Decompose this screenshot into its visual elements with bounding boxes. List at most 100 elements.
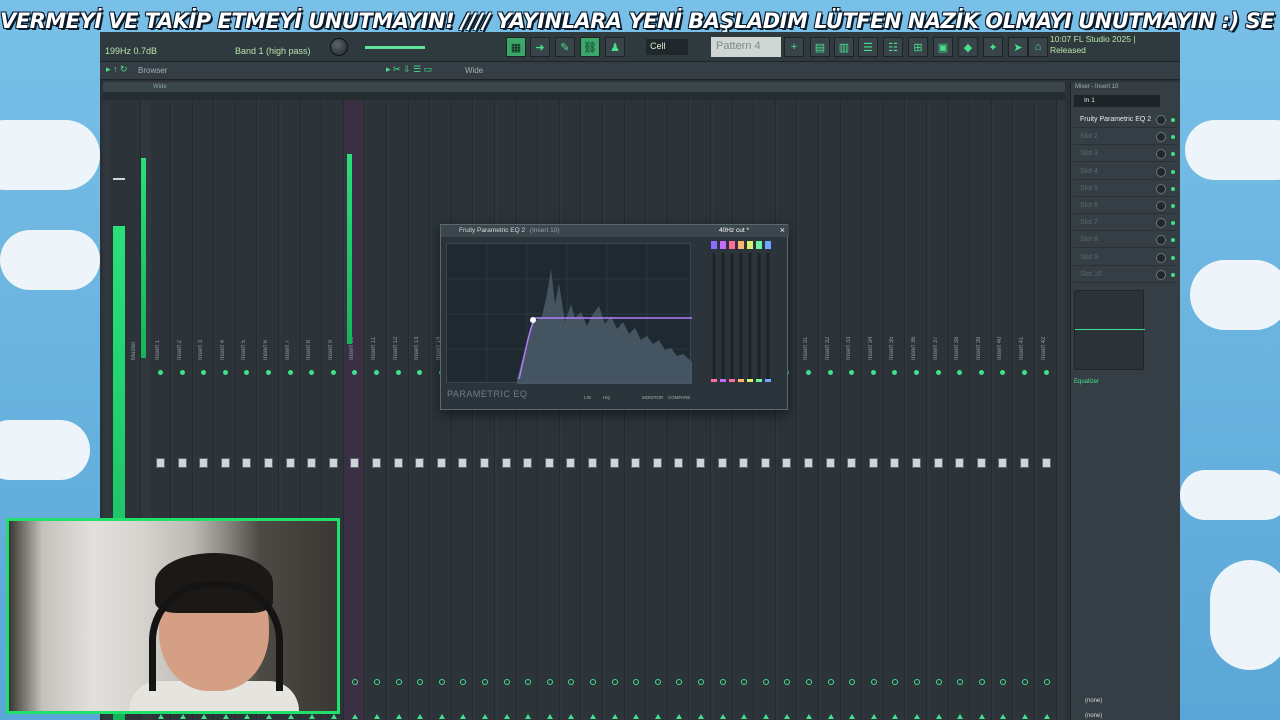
strip-send-icon[interactable] bbox=[546, 714, 553, 719]
mixer-strip[interactable]: Insert 16 bbox=[475, 100, 495, 720]
strip-route-icon[interactable] bbox=[978, 679, 985, 685]
slot-mix-knob[interactable] bbox=[1156, 252, 1166, 263]
mixer-strip[interactable]: Insert 38 bbox=[950, 100, 971, 720]
strip-led[interactable] bbox=[309, 370, 315, 375]
strip-fader[interactable] bbox=[415, 458, 425, 468]
strip-led[interactable] bbox=[287, 370, 293, 375]
strip-route-icon[interactable] bbox=[590, 679, 596, 685]
slot-enable-icon[interactable] bbox=[1171, 169, 1175, 174]
effect-slot[interactable]: Slot 9 bbox=[1074, 250, 1178, 266]
strip-route-icon[interactable] bbox=[482, 679, 488, 685]
eq-titlebar[interactable]: Fruity Parametric EQ 2 (Insert 10) 40Hz … bbox=[441, 225, 789, 237]
add-pattern-icon[interactable]: + bbox=[784, 37, 804, 57]
strip-send-icon[interactable] bbox=[1043, 714, 1050, 719]
strip-send-icon[interactable] bbox=[460, 714, 467, 719]
output-select[interactable]: (none) bbox=[1085, 698, 1102, 704]
browser-icon[interactable]: ⊞ bbox=[908, 37, 928, 57]
strip-route-icon[interactable] bbox=[676, 679, 683, 685]
strip-send-icon[interactable] bbox=[633, 714, 640, 719]
strip-send-icon[interactable] bbox=[870, 714, 877, 719]
mixer-strip[interactable]: Insert 23 bbox=[626, 100, 647, 720]
mixer-strip[interactable]: Insert 25 bbox=[669, 100, 690, 720]
strip-route-icon[interactable] bbox=[503, 679, 510, 685]
tool-icon[interactable]: ✦ bbox=[983, 37, 1003, 57]
slot-enable-icon[interactable] bbox=[1171, 135, 1175, 140]
strip-fader[interactable] bbox=[976, 458, 986, 468]
effect-slot[interactable]: Slot 3 bbox=[1074, 146, 1178, 163]
strip-led[interactable] bbox=[935, 370, 941, 375]
strip-fader[interactable] bbox=[458, 458, 468, 468]
strip-led[interactable] bbox=[870, 370, 876, 375]
strip-send-icon[interactable] bbox=[892, 714, 899, 719]
strip-send-icon[interactable] bbox=[957, 714, 964, 719]
effect-slot[interactable]: Slot 5 bbox=[1074, 181, 1178, 197]
strip-route-icon[interactable] bbox=[525, 679, 532, 685]
slot-enable-icon[interactable] bbox=[1171, 118, 1175, 122]
strip-fader[interactable] bbox=[328, 458, 338, 468]
strip-send-icon[interactable] bbox=[266, 714, 272, 719]
mixer-strip[interactable]: Insert 31 bbox=[799, 100, 819, 720]
strip-fader[interactable] bbox=[242, 458, 252, 468]
slot-mix-knob[interactable] bbox=[1156, 218, 1166, 229]
strip-fader[interactable] bbox=[523, 458, 533, 468]
strip-led[interactable] bbox=[179, 370, 185, 375]
strip-led[interactable] bbox=[352, 370, 358, 375]
eq-monitor-button[interactable]: MONITOR bbox=[642, 395, 663, 400]
strip-fader[interactable] bbox=[264, 458, 273, 468]
strip-led[interactable] bbox=[222, 370, 228, 375]
slot-mix-knob[interactable] bbox=[1156, 183, 1166, 194]
mixer-strip[interactable]: Insert 40 bbox=[993, 100, 1014, 720]
piano-roll-icon[interactable]: ▥ bbox=[834, 37, 854, 57]
strip-led[interactable] bbox=[395, 370, 401, 375]
strip-route-icon[interactable] bbox=[914, 679, 920, 685]
effect-slot[interactable]: Slot 8 bbox=[1074, 232, 1178, 249]
parametric-eq-window[interactable]: Fruity Parametric EQ 2 (Insert 10) 40Hz … bbox=[440, 224, 789, 410]
input-select[interactable]: In 1 bbox=[1074, 95, 1160, 107]
strip-route-icon[interactable] bbox=[741, 679, 748, 685]
slot-mix-knob[interactable] bbox=[1156, 115, 1166, 125]
strip-send-icon[interactable] bbox=[611, 714, 618, 719]
mixer-strip[interactable]: Insert 27 bbox=[712, 100, 733, 720]
strip-route-icon[interactable] bbox=[784, 679, 791, 685]
strip-fader[interactable] bbox=[480, 458, 489, 468]
strip-fader[interactable] bbox=[350, 458, 360, 468]
strip-led[interactable] bbox=[892, 370, 898, 375]
strip-led[interactable] bbox=[914, 370, 919, 375]
strip-route-icon[interactable] bbox=[1022, 679, 1028, 685]
eq-band-faders[interactable] bbox=[709, 241, 783, 391]
strip-send-icon[interactable] bbox=[1000, 714, 1007, 719]
strip-route-icon[interactable] bbox=[460, 679, 467, 685]
strip-send-icon[interactable] bbox=[201, 714, 208, 719]
effect-slot[interactable]: Fruity Parametric EQ 2 bbox=[1074, 112, 1178, 128]
snap-select[interactable]: Cell bbox=[646, 39, 688, 55]
strip-send-icon[interactable] bbox=[784, 714, 791, 719]
strip-led[interactable] bbox=[266, 370, 271, 375]
slot-enable-icon[interactable] bbox=[1171, 152, 1175, 157]
strip-fader[interactable] bbox=[372, 458, 381, 468]
mixer-strip[interactable]: Insert 21 bbox=[583, 100, 603, 720]
strip-send-icon[interactable] bbox=[698, 714, 704, 719]
effect-slot[interactable]: Slot 4 bbox=[1074, 164, 1178, 180]
draw-tool-icon[interactable]: ✎ bbox=[555, 37, 575, 57]
eq-preset[interactable]: 40Hz cut * bbox=[719, 227, 749, 234]
eq-hq-button[interactable]: HQ bbox=[603, 395, 610, 400]
strip-route-icon[interactable] bbox=[352, 679, 359, 685]
strip-route-icon[interactable] bbox=[806, 679, 812, 685]
strip-fader[interactable] bbox=[588, 458, 597, 468]
strip-send-icon[interactable] bbox=[309, 714, 316, 719]
slot-mix-knob[interactable] bbox=[1156, 201, 1166, 211]
strip-route-icon[interactable] bbox=[654, 679, 661, 685]
strip-fader[interactable] bbox=[285, 458, 295, 468]
strip-send-icon[interactable] bbox=[676, 714, 683, 719]
strip-route-icon[interactable] bbox=[892, 679, 899, 685]
pattern-selector[interactable]: Pattern 4 bbox=[711, 37, 781, 57]
mixer-strip[interactable]: Insert 12 bbox=[388, 100, 409, 720]
slot-mix-knob[interactable] bbox=[1156, 166, 1166, 177]
browser-arrow-icon[interactable]: ▸ ↑ ↻ bbox=[106, 64, 128, 75]
plugin-picker-icon[interactable]: ▣ bbox=[933, 37, 953, 57]
strip-send-icon[interactable] bbox=[525, 714, 532, 719]
strip-fader[interactable] bbox=[912, 458, 921, 468]
view-icons[interactable]: ▸ ✂ ⇩ ☰ ▭ bbox=[386, 64, 432, 75]
strip-send-icon[interactable] bbox=[1022, 714, 1028, 719]
insert-eq[interactable] bbox=[1074, 290, 1145, 370]
